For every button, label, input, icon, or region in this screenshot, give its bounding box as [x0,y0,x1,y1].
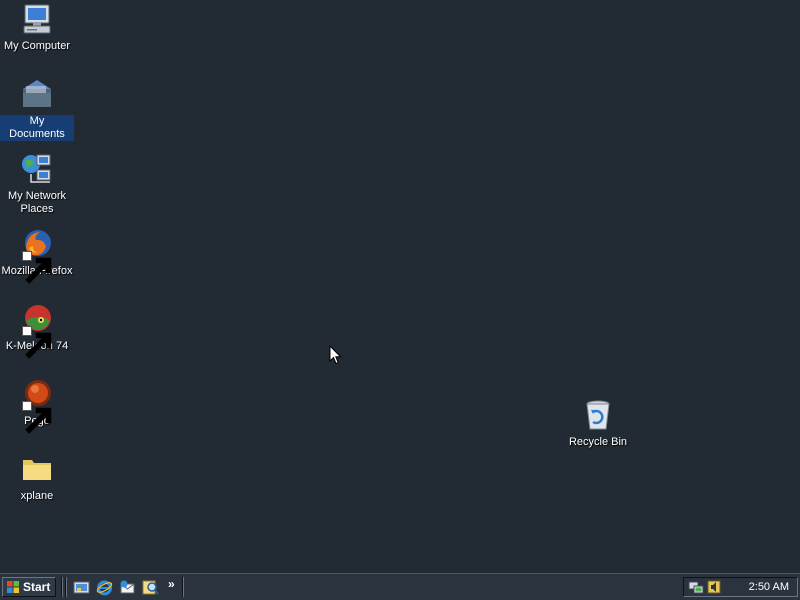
taskbar-separator [65,577,67,597]
desktop-icon-k-meleon[interactable]: K-Meleon 74 [0,302,74,359]
internet-explorer-icon[interactable] [96,579,113,596]
desktop-icon-my-documents[interactable]: My Documents [0,77,74,142]
desktop-icon-label: My Documents [0,115,74,141]
shortcut-arrow-icon [22,326,52,359]
recycle-bin-icon [581,398,615,432]
outlook-express-icon[interactable] [119,579,136,596]
taskbar-separator [182,577,184,597]
desktop-icon-pego[interactable]: Pego [0,377,74,434]
firefox-icon [20,227,54,284]
mouse-cursor-icon [329,345,342,365]
documents-folder-icon [20,77,54,111]
k-meleon-icon [20,302,54,359]
network-tray-icon[interactable] [688,579,704,595]
desktop-icon-my-network-places[interactable]: My Network Places [0,152,74,217]
computer-icon [20,2,54,36]
pego-icon [20,377,54,434]
desktop-icon-label: My Computer [3,40,71,52]
clock[interactable]: 2:50 AM [749,581,789,593]
desktop-icon-mozilla-firefox[interactable]: Mozilla Firefox [0,227,74,284]
volume-tray-icon[interactable] [706,579,722,595]
desktop-icon-xplane[interactable]: xplane [0,452,74,504]
desktop-icon-label: My Network Places [7,190,67,215]
system-tray: 2:50 AM [683,577,798,597]
start-button[interactable]: Start [2,577,56,597]
windows-flag-icon [7,581,19,593]
shortcut-arrow-icon [22,251,52,284]
show-desktop-icon[interactable] [73,579,90,596]
taskbar: Start » 2:50 AM [0,573,800,600]
search-icon[interactable] [142,579,159,596]
desktop-icon-label: Recycle Bin [568,436,628,448]
taskbar-separator [61,577,63,597]
desktop-icon-recycle-bin[interactable]: Recycle Bin [561,398,635,450]
desktop-icon-label: xplane [20,490,54,502]
start-label: Start [23,580,51,594]
desktop-icon-my-computer[interactable]: My Computer [0,2,74,54]
quick-launch-more-button[interactable]: » [168,577,175,591]
shortcut-arrow-icon [22,401,52,434]
folder-icon [20,452,54,486]
desktop[interactable]: My Computer My Documents My Network Plac… [0,0,800,573]
network-places-icon [20,152,54,186]
